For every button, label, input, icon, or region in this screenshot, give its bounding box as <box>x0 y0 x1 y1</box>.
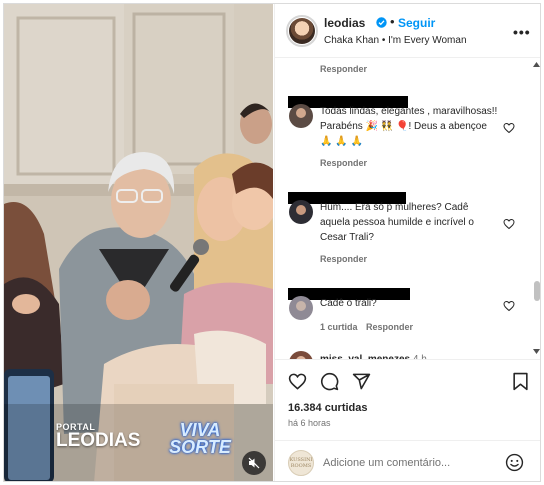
comment-composer: KUSSINI ROOMS <box>275 440 540 481</box>
commenter-avatar[interactable] <box>289 351 313 359</box>
commenter-avatar[interactable] <box>289 104 313 128</box>
follow-button[interactable]: Seguir <box>398 16 435 30</box>
post-video[interactable]: PORTAL LEODIAS VIVA SORTE <box>4 4 273 481</box>
more-options-button[interactable]: ••• <box>513 24 531 40</box>
comments-scrollbar[interactable] <box>531 59 540 359</box>
portal-leodias-watermark: PORTAL LEODIAS <box>56 422 140 450</box>
scroll-thumb[interactable] <box>534 281 540 301</box>
commenter-avatar[interactable] <box>289 200 313 224</box>
author-username[interactable]: leodias <box>324 16 365 30</box>
comments-list: Responder Todas lindas, elegantes , mara… <box>275 59 540 359</box>
add-comment-input[interactable] <box>323 454 498 472</box>
share-send-icon[interactable] <box>352 372 371 391</box>
heart-icon[interactable] <box>503 300 515 312</box>
speaker-muted-icon <box>248 457 260 469</box>
reply-link[interactable]: Responder <box>320 158 367 168</box>
post-timestamp[interactable]: há 6 horas <box>288 418 331 428</box>
reply-link[interactable]: Responder <box>320 254 367 264</box>
post-header: leodias • Seguir Chaka Khan • I'm Every … <box>275 4 540 58</box>
author-avatar[interactable] <box>286 15 318 47</box>
heart-icon[interactable] <box>503 122 515 134</box>
viva-sorte-logo: VIVA SORTE <box>164 421 236 457</box>
current-user-avatar[interactable]: KUSSINI ROOMS <box>288 450 314 476</box>
like-count[interactable]: 16.384 curtidas <box>288 402 368 414</box>
comment-text: Cadê o trali? <box>320 298 377 309</box>
instagram-post-modal: PORTAL LEODIAS VIVA SORTE leodias • Segu… <box>3 3 541 482</box>
comment-text: Todas lindas, elegantes , maravilhosas!!… <box>320 106 498 147</box>
save-bookmark-icon[interactable] <box>512 372 529 391</box>
post-side-panel: leodias • Seguir Chaka Khan • I'm Every … <box>274 4 540 481</box>
music-track[interactable]: Chaka Khan • I'm Every Woman <box>324 35 467 46</box>
reply-link[interactable]: Responder <box>320 64 367 74</box>
scroll-up-arrow-icon[interactable] <box>533 62 540 67</box>
scroll-down-arrow-icon[interactable] <box>533 349 540 354</box>
comment-likes[interactable]: 1 curtida <box>320 322 358 332</box>
mute-button[interactable] <box>242 451 266 475</box>
like-heart-icon[interactable] <box>288 372 307 391</box>
avatar-image <box>289 18 315 44</box>
video-frame <box>4 4 273 481</box>
commenter-avatar[interactable] <box>289 296 313 320</box>
comment-bubble-icon[interactable] <box>320 372 339 391</box>
comment-text: Hum.... Era só p mulheres? Cadê aquela p… <box>320 202 474 243</box>
reply-link[interactable]: Responder <box>366 322 413 332</box>
emoji-icon[interactable] <box>505 453 524 472</box>
heart-icon[interactable] <box>503 218 515 230</box>
post-actions: 16.384 curtidas há 6 horas <box>275 359 540 439</box>
header-separator: • <box>390 14 395 29</box>
brand-line-2: SORTE <box>169 437 231 457</box>
verified-badge-icon <box>376 17 387 28</box>
watermark-big: LEODIAS <box>56 430 141 451</box>
